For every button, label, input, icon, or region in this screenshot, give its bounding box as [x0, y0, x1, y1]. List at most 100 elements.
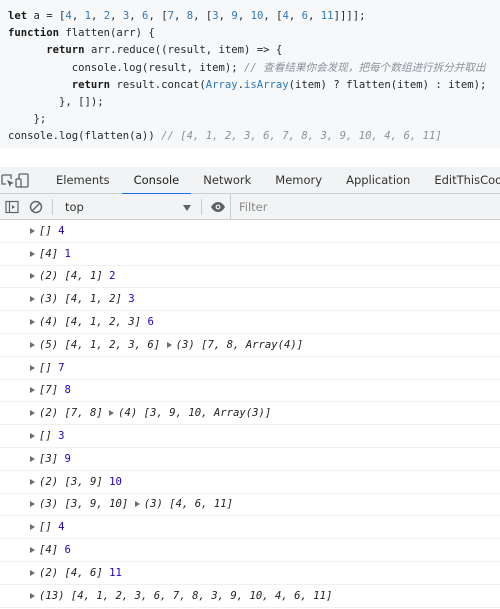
expand-triangle-icon[interactable]: [30, 524, 35, 531]
expand-triangle-icon[interactable]: [30, 364, 35, 371]
array-preview[interactable]: []: [39, 521, 52, 533]
array-preview[interactable]: (3) [4, 6, 11]: [144, 498, 233, 510]
tab-memory[interactable]: Memory: [263, 167, 334, 194]
console-message: (2) [3, 9] 10: [0, 471, 500, 494]
number-value: 10: [102, 475, 122, 488]
code-line: };: [8, 111, 500, 128]
number-value: 11: [102, 566, 122, 579]
filter-input[interactable]: Filter: [230, 193, 500, 220]
array-preview[interactable]: [4]: [39, 544, 58, 556]
live-expression-icon[interactable]: [206, 194, 230, 220]
expand-triangle-icon[interactable]: [30, 250, 35, 257]
array-preview[interactable]: [4]: [39, 248, 58, 260]
expand-triangle-icon[interactable]: [30, 501, 35, 508]
array-preview[interactable]: (3) [3, 9, 10]: [39, 498, 128, 510]
array-preview[interactable]: (4) [3, 9, 10, Array(3)]: [118, 407, 271, 419]
array-preview[interactable]: []: [39, 225, 52, 237]
number-value: 4: [51, 224, 65, 237]
code-token: Array: [205, 78, 238, 91]
expand-triangle-icon[interactable]: [30, 478, 35, 485]
expand-triangle-icon[interactable]: [134, 501, 140, 508]
device-toolbar-icon[interactable]: [15, 167, 30, 194]
tab-elements[interactable]: Elements: [44, 167, 122, 194]
expand-triangle-icon[interactable]: [166, 341, 172, 348]
console-message: (3) [3, 9, 10] (3) [4, 6, 11]: [0, 494, 500, 517]
array-preview[interactable]: (2) [3, 9]: [39, 476, 103, 488]
console-toolbar: top Filter: [0, 193, 500, 220]
array-preview[interactable]: [7]: [39, 384, 58, 396]
code-token: ,: [218, 10, 232, 22]
console-message: [4] 6: [0, 539, 500, 562]
console-message: [7] 8: [0, 380, 500, 403]
array-preview[interactable]: (4) [4, 1, 2, 3]: [39, 316, 141, 328]
array-preview[interactable]: (13) [4, 1, 2, 3, 6, 7, 8, 3, 9, 10, 4, …: [39, 590, 332, 602]
console-message: (2) [7, 8] (4) [3, 9, 10, Array(3)]: [0, 402, 500, 426]
expand-triangle-icon[interactable]: [30, 273, 35, 280]
expand-triangle-icon[interactable]: [30, 410, 35, 417]
console-message: (2) [4, 6] 11: [0, 562, 500, 585]
expand-triangle-icon[interactable]: [30, 296, 35, 303]
tab-console[interactable]: Console: [121, 167, 192, 195]
number-value: 4: [51, 521, 65, 534]
array-preview[interactable]: (3) [7, 8, Array(4)]: [176, 339, 304, 351]
tab-editthiscookie[interactable]: EditThisCookie: [422, 167, 500, 194]
console-sidebar-icon[interactable]: [0, 194, 24, 220]
code-token: ,: [90, 10, 104, 22]
code-token: ,: [237, 10, 251, 22]
array-preview[interactable]: (2) [7, 8]: [39, 407, 103, 419]
code-token: console.log(flatten(a)): [8, 130, 162, 143]
number-value: 6: [141, 316, 154, 329]
expand-triangle-icon[interactable]: [30, 319, 35, 326]
expand-triangle-icon[interactable]: [30, 455, 35, 462]
context-selector[interactable]: top: [57, 194, 197, 220]
code-token: , [: [193, 10, 213, 22]
console-message: [] 3: [0, 425, 500, 448]
array-preview[interactable]: []: [39, 430, 52, 442]
number-value: 6: [58, 544, 71, 557]
array-preview[interactable]: (5) [4, 1, 2, 3, 6]: [39, 339, 160, 351]
code-token: function: [8, 27, 60, 40]
context-selector-label: top: [65, 199, 84, 214]
number-value: 7: [51, 361, 65, 374]
array-preview[interactable]: []: [39, 362, 52, 374]
code-line: let a = [4, 1, 2, 3, 6, [7, 8, [3, 9, 10…: [8, 8, 500, 25]
number-value: 2: [102, 270, 116, 283]
number-value: 3: [121, 293, 135, 306]
expand-triangle-icon[interactable]: [30, 227, 35, 234]
code-token: console.log(result, item);: [8, 61, 244, 74]
code-token: // [4, 1, 2, 3, 6, 7, 8, 3, 9, 10, 4, 6,…: [161, 130, 442, 143]
array-preview[interactable]: [3]: [39, 453, 58, 465]
tab-application[interactable]: Application: [334, 167, 422, 194]
code-line: console.log(flatten(a)) // [4, 1, 2, 3, …: [8, 128, 500, 145]
number-value: 8: [58, 384, 71, 397]
code-token: (item) ? flatten(item) : item);: [288, 78, 487, 91]
expand-triangle-icon[interactable]: [30, 569, 35, 576]
code-line: function flatten(arr) {: [8, 25, 500, 42]
array-preview[interactable]: (3) [4, 1, 2]: [39, 293, 122, 305]
code-token: ,: [308, 10, 321, 22]
code-token: return: [71, 78, 111, 91]
code-line: console.log(result, item); // 查看结果你会发现，把…: [8, 60, 500, 77]
clear-console-icon[interactable]: [24, 194, 48, 220]
expand-triangle-icon[interactable]: [30, 433, 35, 440]
code-token: , [: [263, 10, 283, 22]
code-token: ,: [110, 10, 123, 22]
expand-triangle-icon[interactable]: [30, 592, 35, 599]
expand-triangle-icon[interactable]: [30, 341, 35, 348]
array-preview[interactable]: (2) [4, 6]: [39, 567, 103, 579]
code-token: ]]]];: [333, 10, 366, 22]
code-token: // 查看结果你会发现，把每个数组进行拆分并取出: [244, 61, 486, 74]
code-token: }, []);: [8, 95, 104, 108]
code-token: 11: [320, 10, 334, 22]
expand-triangle-icon[interactable]: [30, 387, 35, 394]
array-preview[interactable]: (2) [4, 1]: [39, 270, 103, 282]
code-token: ,: [288, 10, 302, 22]
expand-triangle-icon[interactable]: [109, 410, 115, 417]
console-message: [4] 1: [0, 243, 500, 266]
tab-network[interactable]: Network: [191, 167, 263, 194]
inspect-element-icon[interactable]: [0, 167, 15, 194]
console-message: (13) [4, 1, 2, 3, 6, 7, 8, 3, 9, 10, 4, …: [0, 585, 500, 608]
code-line: }, []);: [8, 94, 500, 111]
expand-triangle-icon[interactable]: [30, 547, 35, 554]
